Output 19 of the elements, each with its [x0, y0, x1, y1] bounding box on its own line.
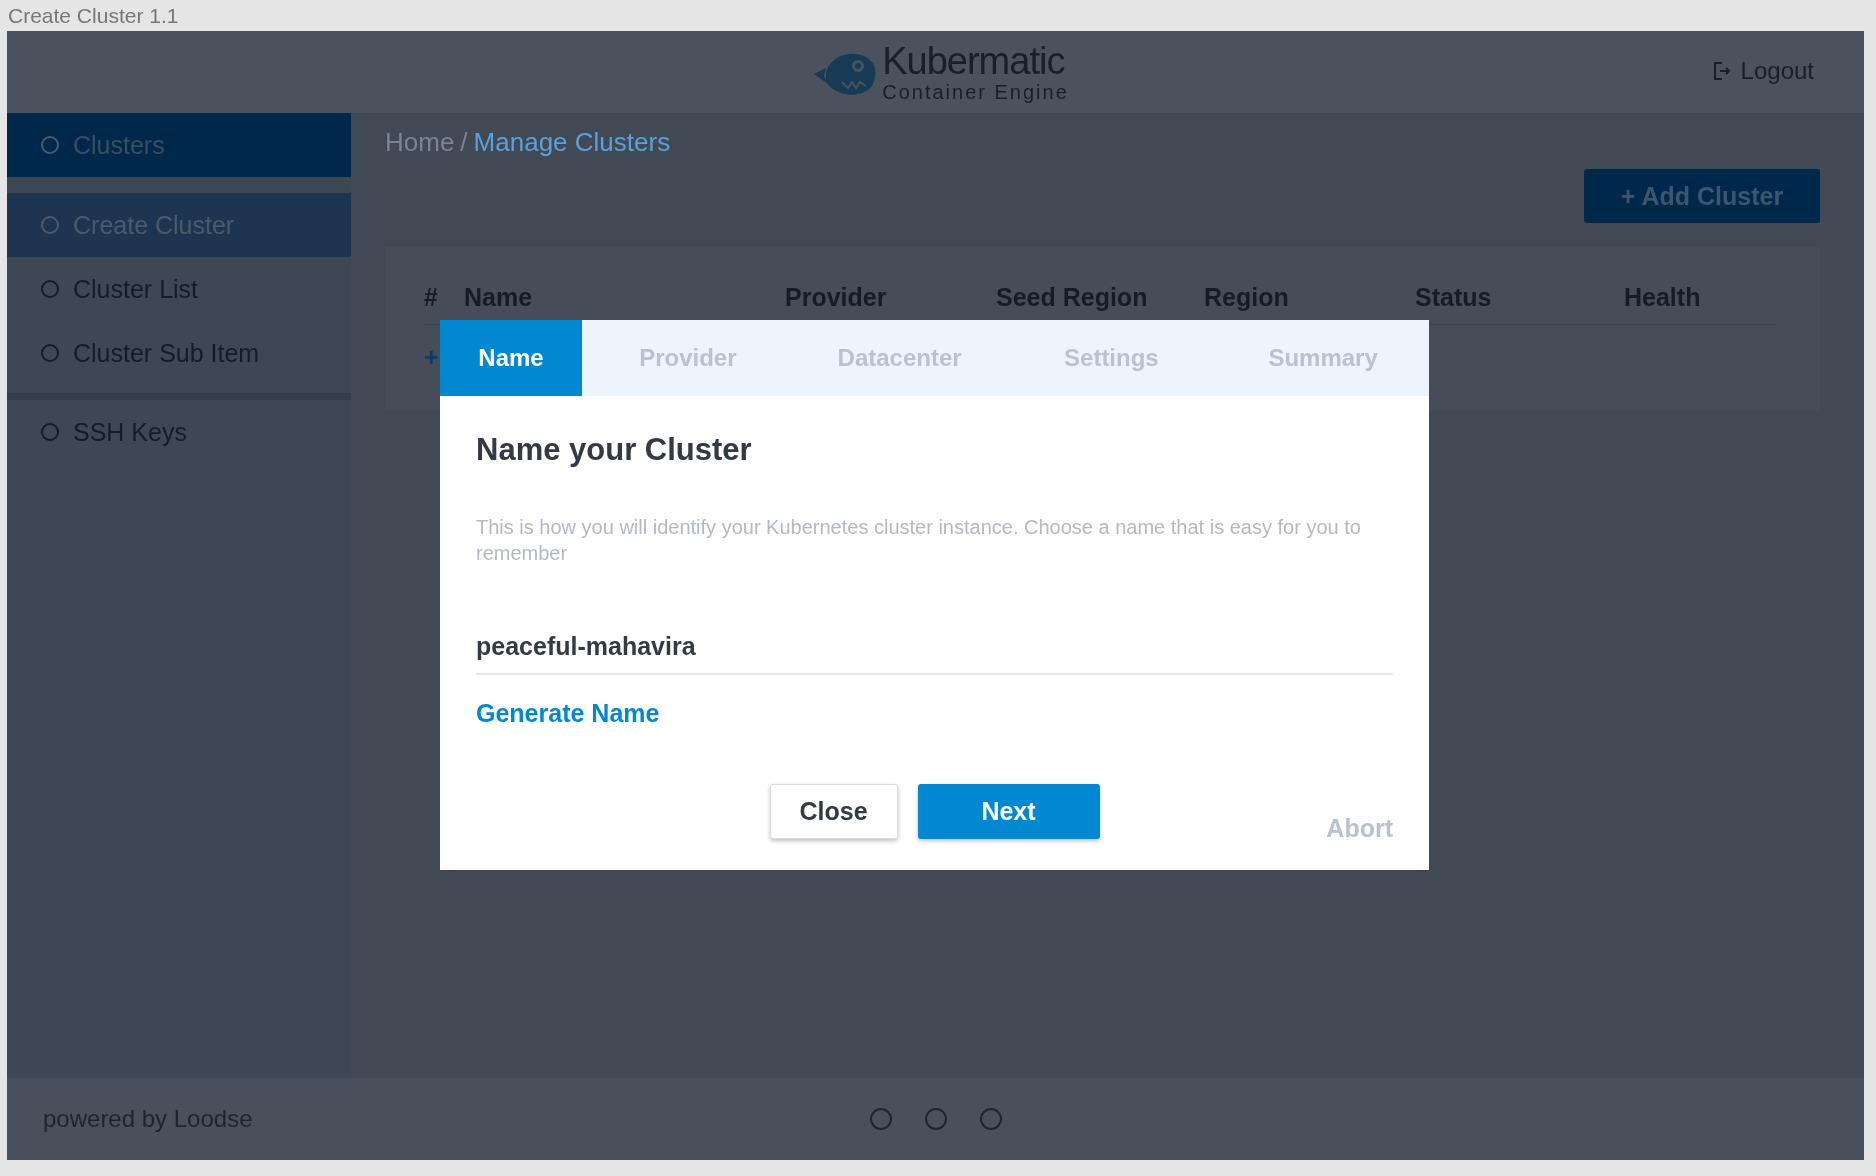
- column-header: #: [424, 283, 439, 312]
- breadcrumb-link[interactable]: Manage Clusters: [473, 127, 671, 155]
- logout-icon: [1712, 61, 1731, 81]
- breadcrumb-link[interactable]: Home: [385, 127, 455, 155]
- add-cluster-button[interactable]: + Add Cluster: [1584, 169, 1820, 223]
- circle-icon: [925, 1108, 947, 1130]
- window-title: Create Cluster 1.1: [8, 3, 179, 28]
- breadcrumb-separator: /: [460, 127, 468, 155]
- circle-icon: [980, 1108, 1002, 1130]
- abort-link[interactable]: Abort: [1326, 814, 1393, 843]
- dialog-button[interactable]: Next: [917, 784, 1100, 839]
- dialog-description: This is how you will identify your Kubernetes cluster instance. Choose a name that is easy for you to remember: [476, 515, 1362, 566]
- circle-icon: [870, 1108, 892, 1130]
- generate-name-link[interactable]: Generate Name: [476, 699, 660, 728]
- dialog-button[interactable]: Close: [769, 784, 898, 839]
- sidebar-item[interactable]: Clusters: [7, 113, 351, 177]
- table-cell-text: +: [424, 342, 440, 372]
- step-tab[interactable]: Name: [440, 320, 582, 396]
- dialog-title: Name your Cluster: [476, 432, 753, 468]
